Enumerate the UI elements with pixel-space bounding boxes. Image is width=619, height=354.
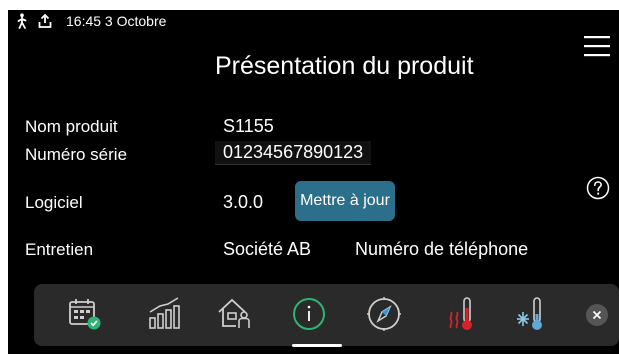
close-button[interactable]	[586, 304, 608, 326]
screen: 16:45 3 Octobre Présentation du produit …	[8, 10, 619, 354]
hamburger-menu-icon	[584, 36, 610, 57]
active-tab-indicator	[292, 344, 342, 347]
question-mark-icon	[586, 176, 610, 200]
nav-item-calendar[interactable]	[64, 294, 104, 334]
help-button[interactable]	[586, 176, 610, 200]
status-time: 16:45 3 Octobre	[66, 13, 167, 29]
service-label: Entretien	[25, 240, 94, 259]
nav-item-statistics[interactable]	[144, 294, 184, 334]
product-name-label: Nom produit	[25, 117, 118, 136]
serial-number-value: 01234567890123	[215, 141, 372, 165]
nav-item-info[interactable]	[289, 294, 329, 334]
nav-item-heating[interactable]	[442, 294, 482, 334]
service-company: Société AB	[223, 239, 312, 259]
close-icon	[592, 310, 602, 320]
update-button[interactable]: Mettre à jour	[295, 181, 395, 221]
page-title: Présentation du produit	[215, 52, 474, 80]
serial-number-label: Numéro série	[25, 145, 128, 164]
cooling-thermometer-icon	[517, 297, 542, 330]
house-person-icon	[218, 298, 250, 328]
nav-item-compass[interactable]	[364, 294, 404, 334]
heating-thermometer-icon	[449, 297, 472, 330]
menu-button[interactable]	[583, 34, 611, 58]
nav-item-house[interactable]	[214, 294, 254, 334]
bottom-nav-bar	[34, 284, 619, 347]
bar-chart-icon	[149, 297, 180, 329]
product-name-value: S1155	[223, 116, 274, 136]
info-icon	[293, 298, 325, 330]
software-label: Logiciel	[25, 193, 83, 212]
compass-icon	[367, 297, 401, 331]
nav-item-cooling[interactable]	[512, 294, 552, 334]
software-version: 3.0.0	[223, 192, 264, 212]
status-bar: 16:45 3 Octobre	[8, 10, 228, 32]
calendar-check-icon	[69, 299, 101, 330]
upload-icon	[38, 13, 52, 29]
service-phone: Numéro de téléphone	[355, 239, 529, 259]
walking-person-icon	[15, 13, 29, 29]
